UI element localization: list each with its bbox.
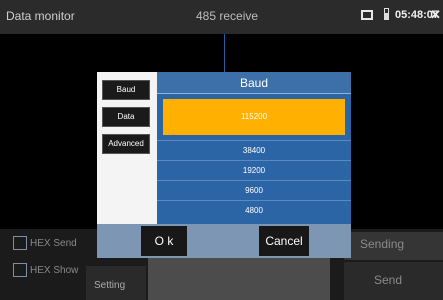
baud-option-list: 115200 38400 19200 9600 4800 [157,94,351,224]
tab-baud[interactable]: Baud [103,81,149,99]
screen-title: 485 receive [196,9,259,23]
close-icon[interactable]: ✕ [430,7,441,23]
baud-option[interactable]: 9600 [157,180,351,199]
hex-send-label: HEX Send [30,238,77,249]
send-input-area[interactable] [148,251,330,300]
dialog-header: Baud [157,72,351,94]
title-bar: Data monitor 485 receive 05:48:07 ✕ [0,0,443,34]
hex-show-checkbox[interactable] [13,263,27,277]
cancel-button[interactable]: Cancel [259,226,309,256]
baud-option[interactable]: 4800 [157,200,351,219]
app-title: Data monitor [6,9,75,23]
tab-data[interactable]: Data [103,108,149,126]
tab-advanced[interactable]: Advanced [103,135,149,153]
ok-button[interactable]: O k [141,226,187,256]
hex-show-label: HEX Show [30,265,79,276]
battery-icon [384,8,389,20]
baud-dialog: Baud Data Advanced Baud 115200 38400 192… [97,72,351,258]
baud-option-selected[interactable]: 115200 [163,99,345,135]
message-icon [361,10,373,20]
send-button[interactable]: Send [344,262,443,300]
baud-option[interactable]: 19200 [157,160,351,179]
dialog-tab-panel: Baud Data Advanced [97,72,157,224]
hex-send-checkbox[interactable] [13,236,27,250]
dialog-footer [97,224,351,258]
divider-line [224,34,225,74]
sending-button[interactable]: Sending [344,232,443,260]
baud-option[interactable]: 38400 [157,140,351,159]
setting-button[interactable]: Setting [86,266,146,300]
